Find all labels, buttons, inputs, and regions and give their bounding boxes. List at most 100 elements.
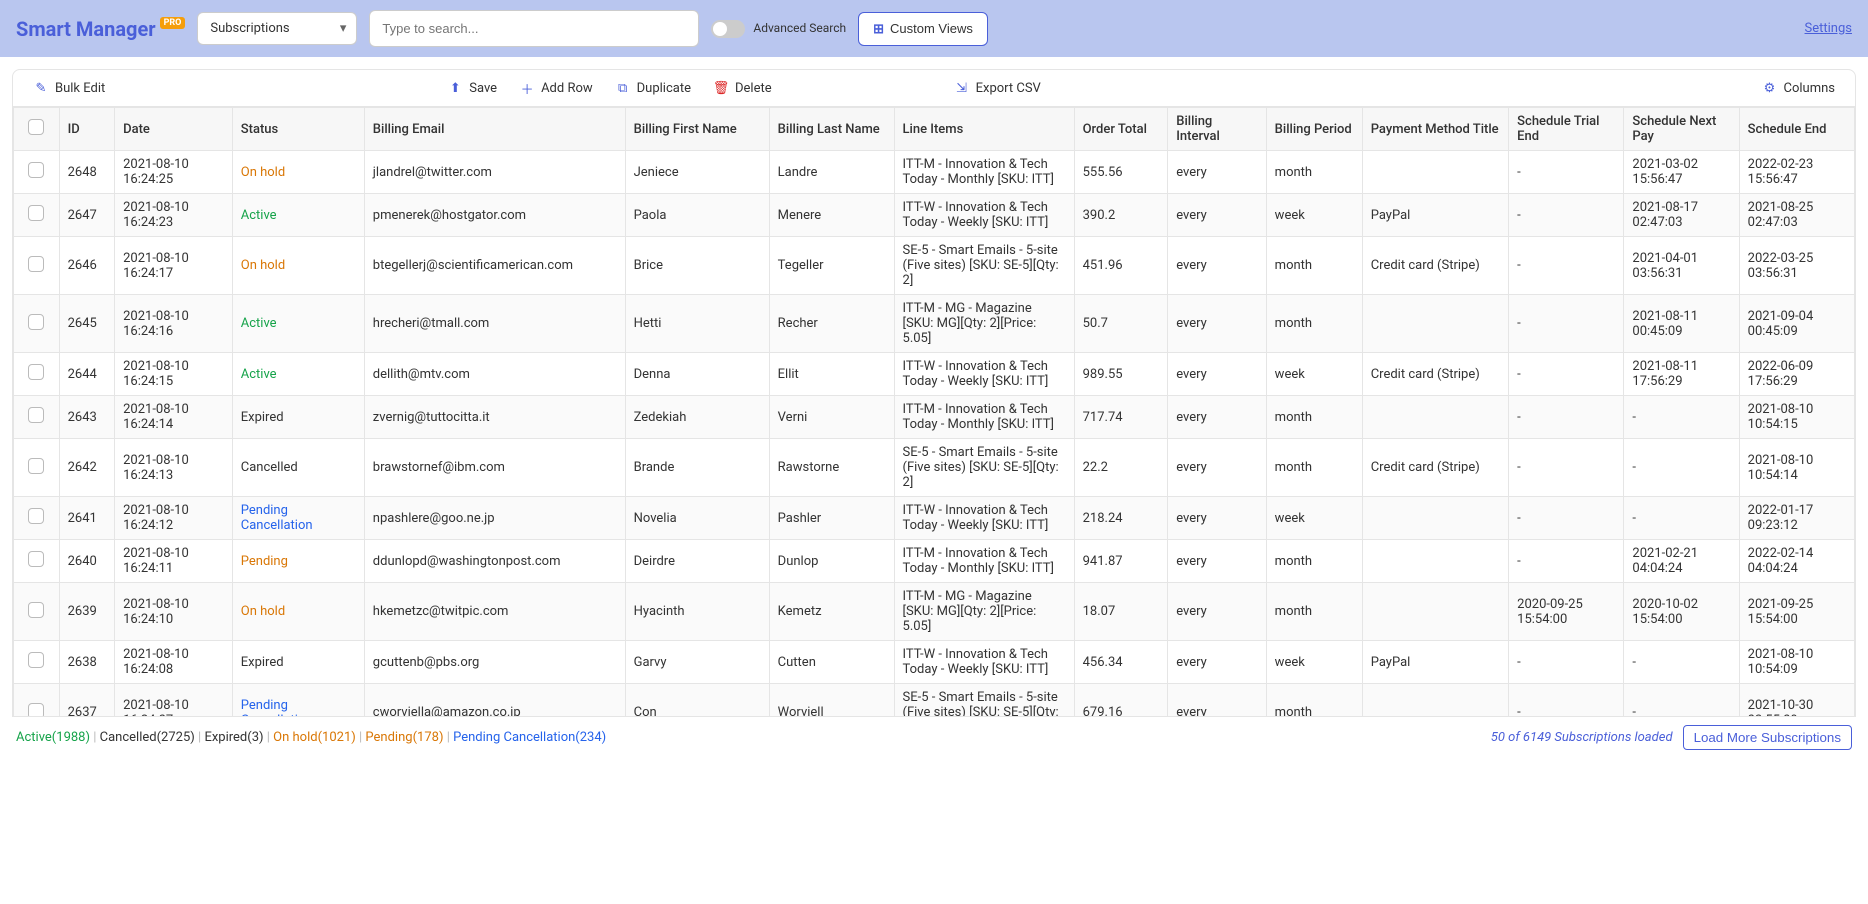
row-checkbox[interactable] [28,314,44,330]
table-cell[interactable]: 2641 [59,497,115,540]
table-cell[interactable]: Recher [769,295,894,353]
table-cell[interactable]: 2021-08-10 10:54:14 [1739,439,1854,497]
column-header[interactable]: Schedule End [1739,108,1854,151]
table-cell[interactable]: npashlere@goo.ne.jp [364,497,625,540]
column-header[interactable]: Billing Period [1266,108,1362,151]
table-cell[interactable]: month [1266,583,1362,641]
table-cell[interactable]: every [1168,439,1266,497]
table-row[interactable]: 26482021-08-10 16:24:25On holdjlandrel@t… [14,151,1855,194]
table-cell[interactable]: ITT-W - Innovation & Tech Today - Weekly… [894,497,1074,540]
table-cell[interactable]: 2021-08-10 16:24:14 [115,396,233,439]
table-cell[interactable]: Cutten [769,641,894,684]
table-cell[interactable]: week [1266,497,1362,540]
table-cell[interactable]: 2020-09-25 15:54:00 [1509,583,1624,641]
table-cell[interactable]: 456.34 [1074,641,1168,684]
table-cell[interactable]: 18.07 [1074,583,1168,641]
table-cell[interactable]: month [1266,439,1362,497]
table-cell[interactable] [14,540,60,583]
table-cell[interactable]: On hold [232,151,364,194]
settings-link[interactable]: Settings [1805,21,1852,36]
table-cell[interactable]: ITT-W - Innovation & Tech Today - Weekly… [894,194,1074,237]
table-cell[interactable]: SE-5 - Smart Emails - 5-site (Five sites… [894,439,1074,497]
table-cell[interactable]: month [1266,396,1362,439]
table-cell[interactable]: dellith@mtv.com [364,353,625,396]
table-cell[interactable]: Tegeller [769,237,894,295]
table-cell[interactable]: Brice [625,237,769,295]
table-cell[interactable]: 2021-08-25 02:47:03 [1739,194,1854,237]
table-cell[interactable]: every [1168,497,1266,540]
table-cell[interactable]: Hyacinth [625,583,769,641]
table-cell[interactable]: 218.24 [1074,497,1168,540]
table-cell[interactable]: cworviella@amazon.co.jp [364,684,625,718]
column-header[interactable]: Billing Interval [1168,108,1266,151]
column-header[interactable]: Status [232,108,364,151]
table-cell[interactable]: every [1168,396,1266,439]
table-cell[interactable]: 390.2 [1074,194,1168,237]
table-cell[interactable]: 2021-08-10 16:24:13 [115,439,233,497]
table-cell[interactable]: hrecheri@tmall.com [364,295,625,353]
table-cell[interactable]: brawstornef@ibm.com [364,439,625,497]
row-checkbox[interactable] [28,703,44,718]
status-summary-item[interactable]: Pending(178) [365,730,443,745]
table-cell[interactable]: Pending Cancellation [232,684,364,718]
table-cell[interactable]: 2648 [59,151,115,194]
table-cell[interactable] [14,295,60,353]
table-cell[interactable]: 2022-02-14 04:04:24 [1739,540,1854,583]
table-cell[interactable]: 941.87 [1074,540,1168,583]
table-cell[interactable]: 2021-08-10 16:24:12 [115,497,233,540]
column-header[interactable]: Order Total [1074,108,1168,151]
table-cell[interactable]: week [1266,353,1362,396]
table-cell[interactable]: 2021-08-10 16:24:15 [115,353,233,396]
table-cell[interactable]: On hold [232,583,364,641]
table-cell[interactable]: month [1266,295,1362,353]
table-cell[interactable]: 2020-10-02 15:54:00 [1624,583,1739,641]
table-cell[interactable]: 2021-09-25 15:54:00 [1739,583,1854,641]
table-cell[interactable]: Deirdre [625,540,769,583]
table-cell[interactable]: every [1168,353,1266,396]
table-cell[interactable]: month [1266,237,1362,295]
table-row[interactable]: 26412021-08-10 16:24:12Pending Cancellat… [14,497,1855,540]
table-cell[interactable]: every [1168,540,1266,583]
table-cell[interactable]: - [1509,295,1624,353]
table-cell[interactable]: Worviell [769,684,894,718]
table-cell[interactable]: Jeniece [625,151,769,194]
table-cell[interactable]: Pending [232,540,364,583]
table-cell[interactable]: btegellerj@scientificamerican.com [364,237,625,295]
table-cell[interactable]: Garvy [625,641,769,684]
table-cell[interactable] [14,237,60,295]
table-cell[interactable] [14,151,60,194]
row-checkbox[interactable] [28,162,44,178]
table-cell[interactable]: 2022-06-09 17:56:29 [1739,353,1854,396]
table-cell[interactable]: Pending Cancellation [232,497,364,540]
row-checkbox[interactable] [28,364,44,380]
table-cell[interactable]: Active [232,353,364,396]
table-cell[interactable] [14,641,60,684]
table-cell[interactable]: 2021-09-04 00:45:09 [1739,295,1854,353]
table-cell[interactable]: 2021-08-11 00:45:09 [1624,295,1739,353]
table-cell[interactable]: month [1266,151,1362,194]
table-cell[interactable]: - [1509,497,1624,540]
table-cell[interactable]: Credit card (Stripe) [1362,353,1508,396]
table-row[interactable]: 26452021-08-10 16:24:16Activehrecheri@tm… [14,295,1855,353]
table-cell[interactable]: Pashler [769,497,894,540]
table-cell[interactable]: 2021-08-17 02:47:03 [1624,194,1739,237]
table-cell[interactable]: every [1168,237,1266,295]
table-cell[interactable]: 679.16 [1074,684,1168,718]
table-cell[interactable]: 2021-02-21 04:04:24 [1624,540,1739,583]
table-cell[interactable]: 50.7 [1074,295,1168,353]
table-cell[interactable] [14,439,60,497]
table-cell[interactable]: Credit card (Stripe) [1362,237,1508,295]
table-cell[interactable] [14,684,60,718]
column-header[interactable] [14,108,60,151]
table-cell[interactable]: 2021-08-10 16:24:23 [115,194,233,237]
table-cell[interactable]: Ellit [769,353,894,396]
table-cell[interactable]: 2021-08-10 16:24:17 [115,237,233,295]
table-cell[interactable] [1362,540,1508,583]
column-header[interactable]: Billing First Name [625,108,769,151]
table-cell[interactable]: every [1168,194,1266,237]
save-button[interactable]: ⬆ Save [447,80,497,96]
delete-button[interactable]: 🗑 Delete [713,80,772,96]
table-cell[interactable]: month [1266,684,1362,718]
table-cell[interactable]: every [1168,684,1266,718]
table-cell[interactable]: Expired [232,396,364,439]
